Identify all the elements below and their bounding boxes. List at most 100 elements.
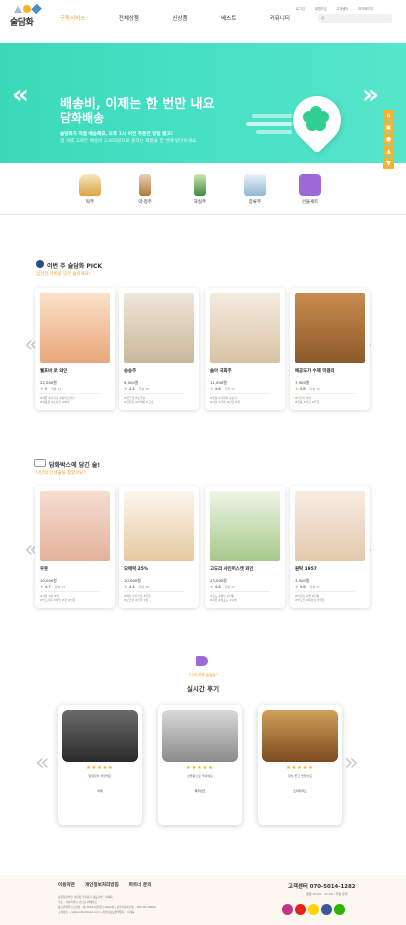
pick-section-subtitle: 엄선한 기획을 담은 술이에요! [36,272,91,277]
search-input[interactable]: ⚲ [318,14,392,23]
product-name[interactable]: 배공도가 수제 막걸리 [295,368,334,374]
category-label: 탁주 [85,200,95,205]
rating-value: 4.7 [44,584,51,589]
review-product[interactable]: 오미자무드 [258,789,342,793]
review-stars: ★★★★★ [186,765,214,771]
product-name[interactable]: 송송주 [124,368,136,374]
product-image[interactable] [40,293,110,363]
scroll-down-button[interactable]: ▼ [383,158,394,169]
youtube-icon[interactable] [295,904,306,915]
product-name[interactable]: 오매락 25% [124,566,148,572]
category-bar: 탁주 약·청주 과실주 증류주 선물세트 [0,170,406,215]
kakao-icon[interactable] [308,904,319,915]
category-fruit-wine[interactable]: 과실주 [180,174,220,205]
review-count: 리뷰 18 [138,585,149,589]
instagram-icon[interactable] [282,904,293,915]
quick-cart-icon[interactable]: ▣ [383,122,394,133]
review-stars: ★★★★★ [286,765,314,771]
takju-bottle-icon [79,174,101,196]
review-card[interactable]: ★★★★★ 향이 좋고 맛있어요 오미자무드 [258,705,342,825]
category-spirits[interactable]: 증류주 [235,174,275,205]
category-label: 과실주 [193,200,207,205]
customer-center-link[interactable]: 고객센터 [337,6,349,11]
category-gift-set[interactable]: 선물세트 [290,174,330,205]
product-image[interactable] [124,293,194,363]
privacy-link[interactable]: 개인정보처리방침 [85,882,119,888]
review-prev-arrow[interactable]: « [35,748,50,776]
hero-prev-arrow[interactable]: « [12,80,29,110]
product-image[interactable] [124,491,194,561]
customer-center: 고객센터 070-5014-1282 [288,884,356,890]
star-icon: ★ [124,584,128,589]
review-product[interactable]: 이제 [58,789,142,793]
logo-shapes-icon [14,4,42,14]
review-count: 리뷰 21 [309,585,320,589]
scroll-up-button[interactable]: ▲ [383,146,394,157]
nav-best[interactable]: 베스트 [221,14,236,24]
product-name[interactable]: 우뭇 [40,566,48,572]
partner-link[interactable]: 파트너 문의 [129,882,152,888]
review-text: 달달함이 적당해요 [88,774,112,778]
divider [124,393,184,394]
rating-value: 4.6 [299,386,306,391]
product-name[interactable]: 고도리 샤인머스캣 와인 [210,566,253,572]
quick-user-icon[interactable]: ● [383,134,394,145]
terms-link[interactable]: 이용약관 [58,882,75,888]
product-card[interactable]: 원탁 1957 3,500원 ★ 4.6 리뷰 21 #막걸리 #쌀 #전통 #부… [290,486,370,608]
review-product[interactable]: 제주양조 [158,789,242,793]
review-photo[interactable] [62,710,138,762]
nav-community[interactable]: 커뮤니티 [270,14,290,24]
product-tags: #부드럽 #목넘김 #깔끔 [295,598,325,602]
product-image[interactable] [295,293,365,363]
product-image[interactable] [40,491,110,561]
product-rating: ★ 4.6 리뷰 19 [295,386,320,391]
yakju-bottle-icon [139,174,151,196]
product-card[interactable]: 우뭇 10,000원 ★ 4.7 리뷰 14 #식물 #술 #맛 #부드러운 #하… [35,486,115,608]
review-count: 리뷰 23 [224,585,235,589]
product-card[interactable]: 웰포바 로 와인 22,000원 ★ 5 리뷰 12 #레몬 #산미강 #화이트와… [35,288,115,410]
category-yakju[interactable]: 약·청주 [125,174,165,205]
rating-value: 4.6 [214,386,221,391]
product-name[interactable]: 원탁 1957 [295,566,317,572]
footer-info-line: 통신판매업신고번호 : 제 2018-서울강남-0000호 | 사업자등록번호 … [58,905,156,909]
product-image[interactable] [210,293,280,363]
product-card[interactable]: 솔아 국화주 11,000원 ★ 4.6 리뷰 31 #꽃향 #국화차 #보다 #… [205,288,285,410]
product-name[interactable]: 웰포바 로 와인 [40,368,67,374]
logo[interactable]: 술담화 [10,4,44,28]
nav-all-products[interactable]: 전체상품 [119,14,139,24]
product-image[interactable] [210,491,280,561]
product-name[interactable]: 솔아 국화주 [210,368,232,374]
nav-subscription[interactable]: 구독서비스 [60,14,85,24]
nav-new[interactable]: 신상품 [172,14,187,24]
review-next-arrow[interactable]: » [344,748,359,776]
divider [124,591,184,592]
divider [40,591,100,592]
product-card[interactable]: 배공도가 수제 막걸리 7,500원 ★ 4.6 리뷰 19 #막걸리 #쌀 #달… [290,288,370,410]
star-icon: ★ [124,386,128,391]
review-card[interactable]: ★★★★★ 달달함이 적당해요 이제 [58,705,142,825]
category-takju[interactable]: 탁주 [70,174,110,205]
login-link[interactable]: 로그인 [296,6,305,11]
sns-links [282,904,345,915]
review-photo[interactable] [162,710,238,762]
quick-menu: ⌂ ▣ ● ▲ ▼ [383,110,394,170]
product-card[interactable]: 고도리 샤인머스캣 와인 23,000원 ★ 4.6 리뷰 23 #포도 #와인 … [205,486,285,608]
signup-link[interactable]: 회원가입 [315,6,327,11]
star-icon: ★ [210,386,214,391]
product-card[interactable]: 오매락 25% 10,000원 ★ 4.4 리뷰 18 #매실 #진한맛 #선물 … [119,486,199,608]
review-photo[interactable] [262,710,338,762]
facebook-icon[interactable] [321,904,332,915]
hero-subtitle: 담화배송 [60,111,105,125]
review-card[interactable]: ★★★★★ 선물용으로 딱이에요 제주양조 [158,705,242,825]
review-text: 선물용으로 딱이에요 [187,774,213,778]
quick-home-icon[interactable]: ⌂ [383,110,394,121]
search-icon: ⚲ [321,15,325,22]
pick-bottle-icon [36,260,44,268]
product-card[interactable]: 송송주 9,000원 ★ 4.4 리뷰 28 #향긋한 #소주향 #은은함 #갈색… [119,288,199,410]
product-image[interactable] [295,491,365,561]
review-text: 향이 좋고 맛있어요 [288,774,312,778]
naver-icon[interactable] [334,904,345,915]
mypage-link[interactable]: 마이페이지 [358,6,373,11]
product-tags: #은은함 #갈색빛 #고소 [124,400,154,404]
hero-next-arrow[interactable]: » [362,80,379,110]
